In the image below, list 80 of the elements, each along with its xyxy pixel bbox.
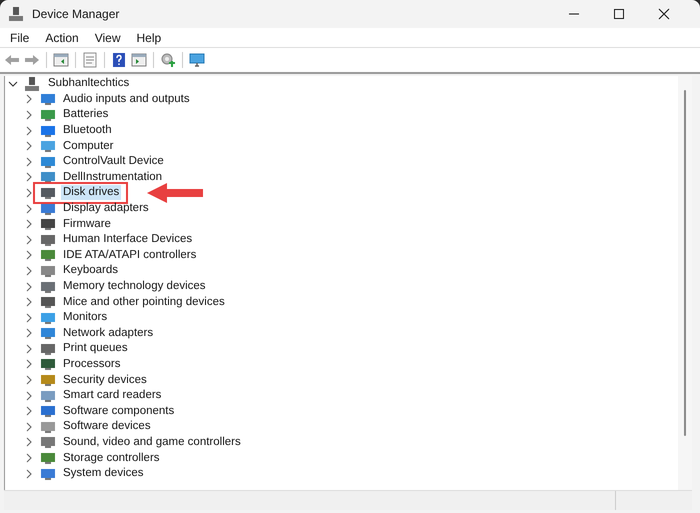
tree-item[interactable]: Security devices	[61, 372, 149, 388]
tree-item[interactable]: ControlVault Device	[61, 154, 166, 170]
expand-chevron-icon[interactable]	[24, 437, 34, 448]
document-icon[interactable]	[82, 52, 98, 68]
tree-item[interactable]: System devices	[61, 466, 146, 482]
device-icon	[40, 138, 56, 154]
tree-item[interactable]: Keyboards	[61, 263, 120, 278]
device-icon	[40, 434, 56, 450]
tree-item[interactable]: Computer	[61, 138, 116, 154]
device-icon	[40, 403, 56, 420]
scrollbar-thumb[interactable]	[684, 90, 686, 436]
tree-item[interactable]: Smart card readers	[61, 388, 164, 404]
window-title: Device Manager	[32, 7, 120, 21]
expand-chevron-icon[interactable]	[24, 328, 34, 338]
expand-chevron-icon[interactable]	[24, 141, 34, 152]
expand-chevron-icon[interactable]	[24, 156, 34, 167]
panel-icon[interactable]	[131, 52, 147, 68]
tree-item[interactable]: Batteries	[61, 107, 110, 122]
menu-item[interactable]: View	[86, 30, 128, 44]
computer-icon	[24, 76, 40, 92]
help-icon[interactable]	[111, 52, 127, 68]
expand-chevron-icon[interactable]	[24, 297, 34, 308]
device-icon	[40, 216, 56, 232]
tree-item[interactable]: Mice and other pointing devices	[61, 294, 227, 310]
tree-item[interactable]: Software components	[61, 404, 176, 419]
tree-item[interactable]: Storage controllers	[61, 450, 162, 466]
computer-icon	[8, 6, 24, 22]
expand-chevron-icon[interactable]	[24, 126, 34, 136]
device-icon	[40, 356, 56, 372]
device-icon	[40, 372, 56, 388]
tree-item[interactable]: Processors	[61, 356, 123, 372]
tree-item[interactable]: Memory technology devices	[61, 279, 208, 294]
tree-item[interactable]: Human Interface Devices	[61, 232, 194, 248]
tree-item[interactable]: Sound, video and game controllers	[61, 434, 243, 450]
expand-chevron-icon[interactable]	[24, 172, 34, 182]
device-icon	[40, 91, 56, 108]
expand-chevron-icon[interactable]	[24, 453, 34, 464]
expand-chevron-icon[interactable]	[24, 344, 34, 354]
monitor-icon[interactable]	[189, 52, 205, 68]
expand-chevron-icon[interactable]	[24, 390, 34, 401]
tree-item[interactable]: Subhanltechtics	[46, 76, 132, 92]
tree-item[interactable]: Network adapters	[61, 326, 156, 341]
expand-chevron-icon[interactable]	[24, 204, 34, 214]
expand-chevron-icon[interactable]	[24, 282, 34, 292]
device-icon	[40, 450, 56, 466]
tree-item[interactable]: IDE ATA/ATAPI controllers	[61, 248, 198, 263]
expand-chevron-icon[interactable]	[24, 375, 34, 386]
tree-item[interactable]: Display adapters	[61, 201, 151, 216]
tree-item[interactable]: Software devices	[61, 419, 153, 434]
tree-item[interactable]: Monitors	[61, 310, 110, 326]
menu-item[interactable]: File	[2, 30, 38, 44]
expand-chevron-icon[interactable]	[24, 266, 34, 276]
expand-chevron-icon[interactable]	[24, 250, 34, 260]
expand-chevron-icon[interactable]	[24, 110, 34, 120]
expand-chevron-icon[interactable]	[24, 94, 34, 104]
expand-chevron-icon[interactable]	[24, 359, 34, 370]
menu-item[interactable]: Help	[128, 30, 170, 44]
expand-chevron-icon[interactable]	[24, 422, 34, 432]
device-icon	[40, 247, 56, 264]
expand-chevron-icon[interactable]	[24, 312, 34, 323]
tree-item[interactable]: Print queues	[61, 341, 130, 356]
tree-item[interactable]: Disk drives	[61, 185, 122, 200]
expand-chevron-icon[interactable]	[24, 188, 34, 198]
expand-chevron-icon[interactable]	[24, 468, 34, 479]
panel-icon[interactable]	[53, 52, 69, 68]
tree-item[interactable]: Bluetooth	[61, 123, 114, 138]
maximize-icon[interactable]	[613, 8, 625, 20]
forward-arrow-icon[interactable]	[24, 52, 40, 68]
tree-item[interactable]: Audio inputs and outputs	[61, 92, 192, 107]
tree-item[interactable]: Firmware	[61, 216, 113, 232]
device-icon	[40, 294, 56, 310]
menu-item[interactable]: Action	[37, 30, 87, 44]
expand-chevron-icon[interactable]	[24, 219, 34, 230]
close-icon[interactable]	[658, 8, 670, 20]
collapse-chevron-icon[interactable]	[8, 78, 18, 89]
tree-item[interactable]: DellInstrumentation	[61, 170, 164, 185]
expand-chevron-icon[interactable]	[24, 406, 34, 416]
expand-chevron-icon[interactable]	[24, 234, 34, 245]
back-arrow-icon[interactable]	[4, 52, 20, 68]
device-icon	[40, 325, 56, 342]
